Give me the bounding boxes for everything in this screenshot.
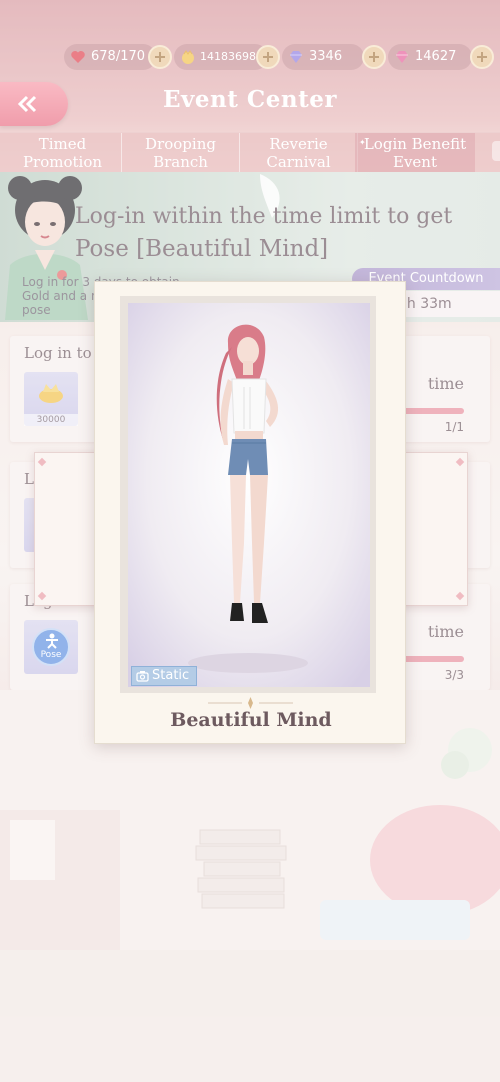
pose-preview-card[interactable]: Static Beautiful Mind: [94, 281, 406, 744]
static-badge-label: Static: [152, 668, 190, 683]
camera-icon: [136, 671, 149, 682]
pose-preview-image: [128, 303, 370, 687]
corner-ornament: [37, 591, 47, 601]
decorative-divider: [208, 697, 293, 709]
corner-ornament: [37, 457, 47, 467]
corner-ornament: [455, 457, 465, 467]
corner-ornament: [455, 591, 465, 601]
pose-name: Beautiful Mind: [170, 709, 332, 731]
pose-image-frame: [120, 296, 376, 693]
static-badge: Static: [131, 666, 197, 686]
